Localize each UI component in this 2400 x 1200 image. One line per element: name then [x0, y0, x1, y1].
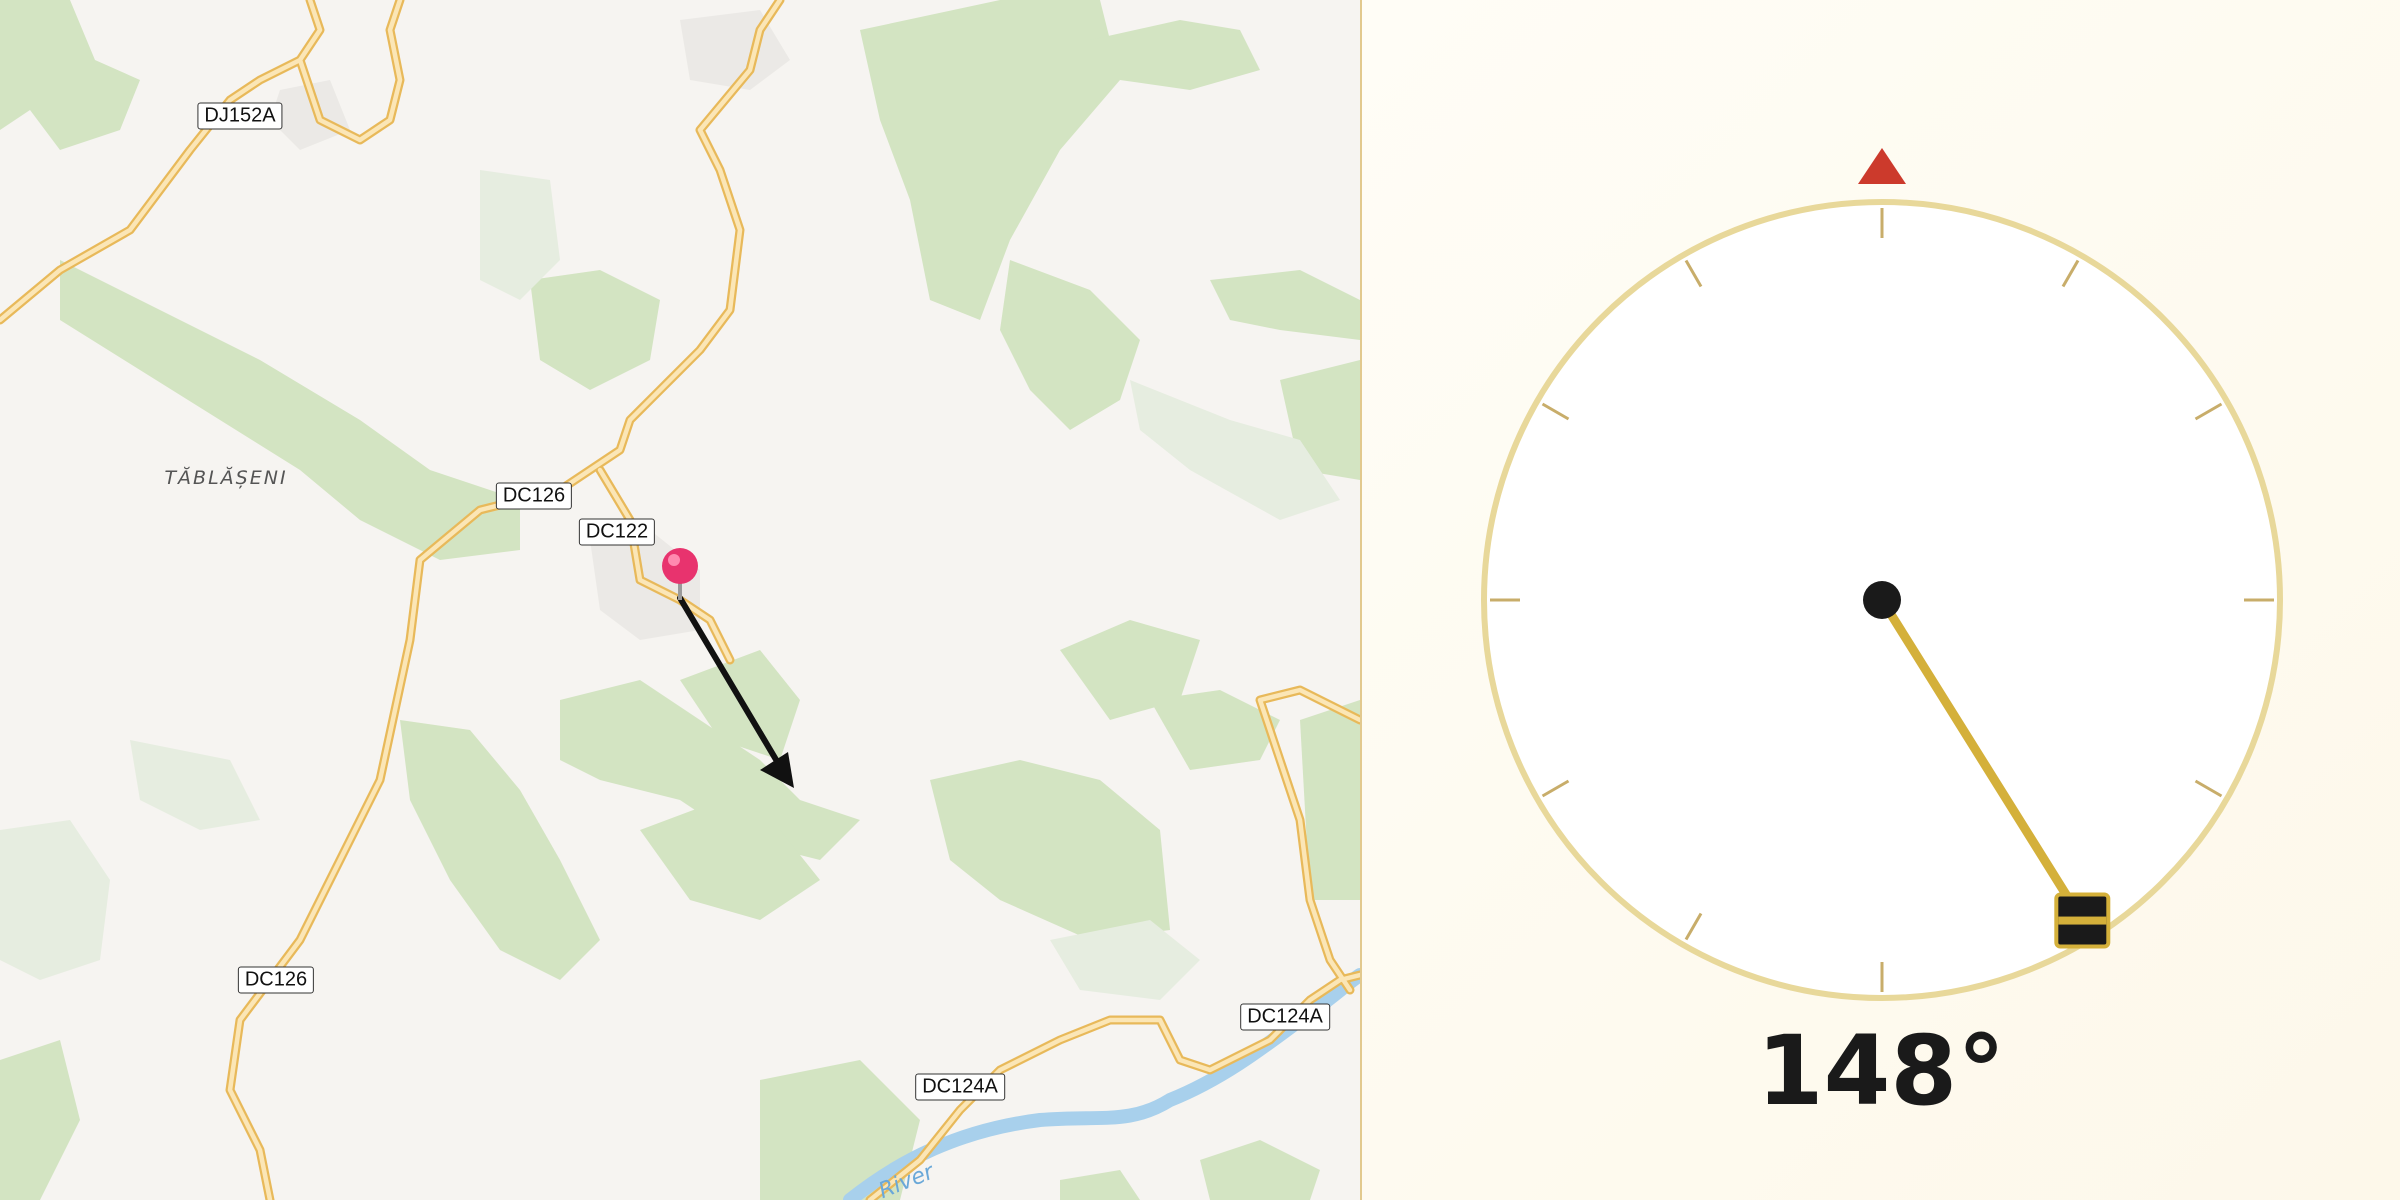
- road-label-dc122: DC122: [578, 518, 656, 546]
- road-label-dc124a-east: DC124A: [1240, 1003, 1330, 1031]
- compass-panel: 148°: [1362, 0, 2400, 1200]
- heading-readout: 148°: [1756, 1015, 2006, 1127]
- map-view[interactable]: DJ152A DC126 DC122 DC126 DC124A DC124A T…: [0, 0, 1360, 1200]
- map-canvas: [0, 0, 1360, 1200]
- place-label-tablaseni: TĂBLĂȘENI: [164, 467, 288, 489]
- road-label-dj152a: DJ152A: [197, 102, 283, 130]
- road-label-dc126-south: DC126: [237, 966, 315, 994]
- compass-center: [1863, 581, 1901, 619]
- road-label-dc124a: DC124A: [915, 1073, 1005, 1101]
- road-label-dc126: DC126: [495, 482, 573, 510]
- north-triangle-icon: [1858, 148, 1906, 184]
- built-up-areas: [270, 10, 790, 640]
- needle-handle-icon[interactable]: [2054, 892, 2111, 949]
